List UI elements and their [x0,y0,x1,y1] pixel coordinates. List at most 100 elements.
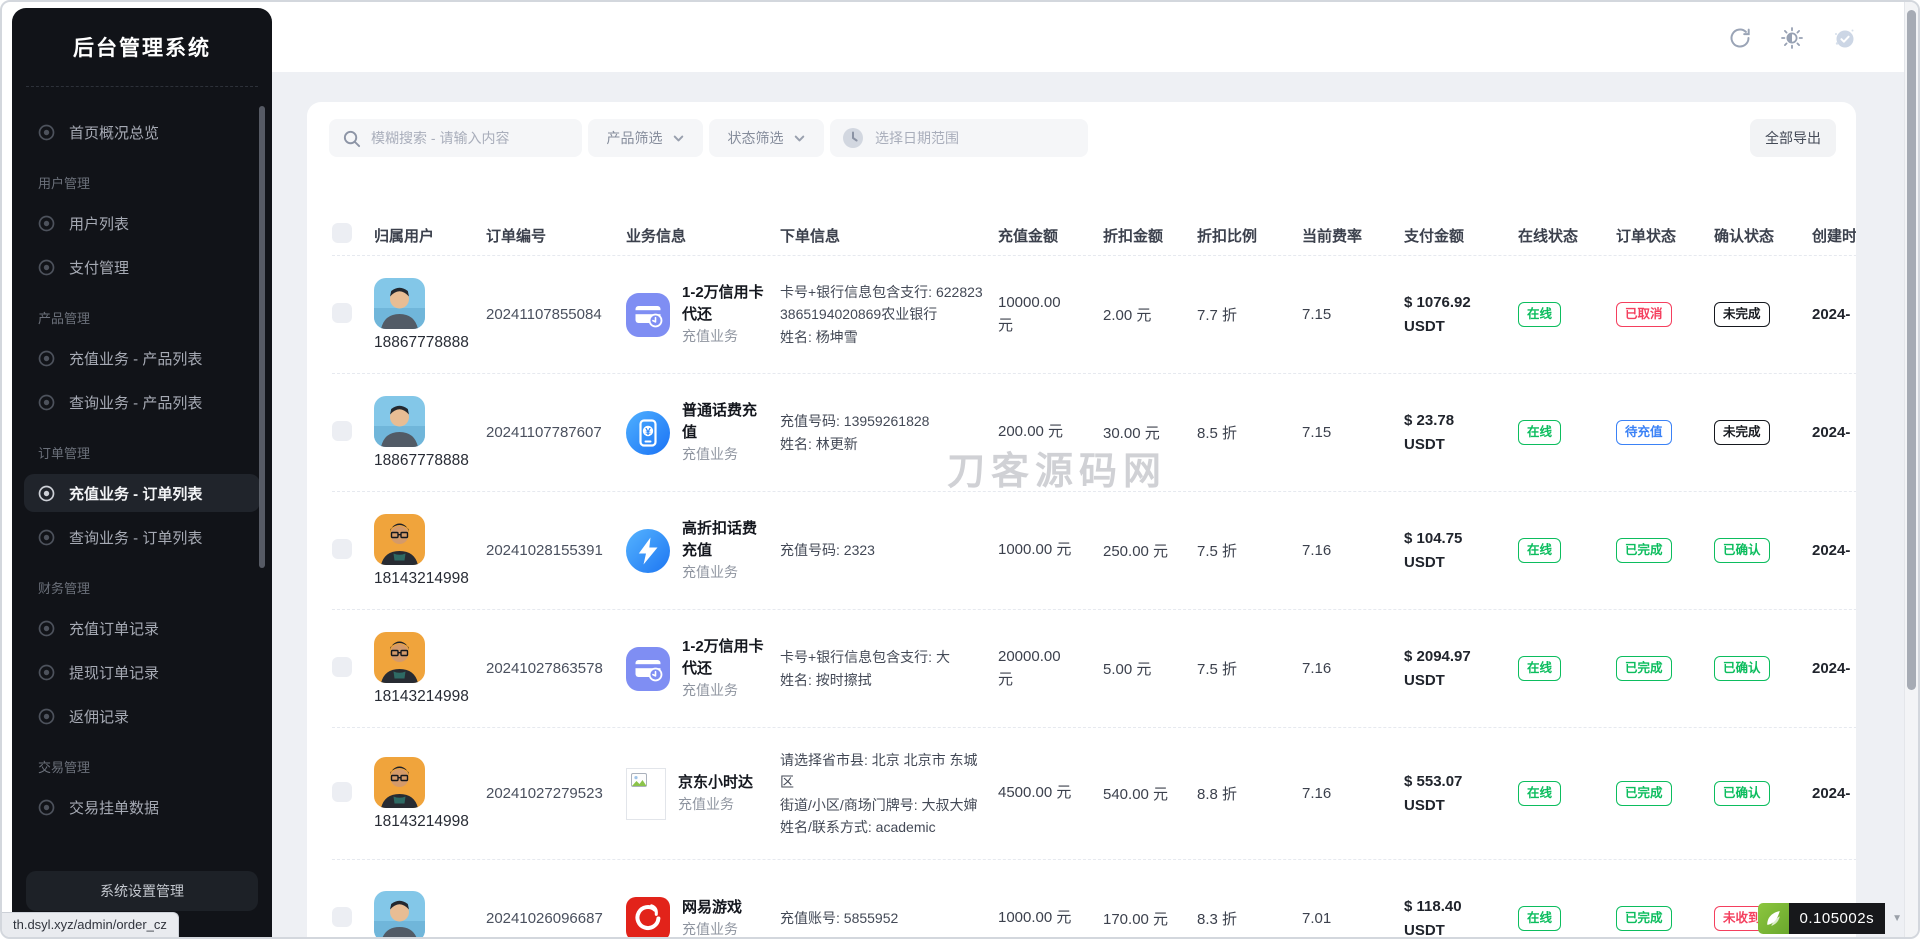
current-rate: 7.16 [1302,785,1404,802]
sidebar-scrollbar-thumb[interactable] [259,106,265,568]
discount-ratio: 7.7 折 [1197,304,1302,325]
window-scrollbar [1904,2,1918,937]
col-header-amount: 充值金额 [998,225,1103,246]
radio-dot-icon [38,799,55,816]
confirm-status-badge: 未完成 [1714,302,1770,327]
status-filter-label: 状态筛选 [728,128,784,148]
user-phone: 18867778888 [374,334,469,352]
order-status-badge: 待充值 [1616,420,1672,445]
table-row: 18867778888 20241107787607 ¥ 普通话费充值充值业务 … [332,373,1856,491]
col-header-pay: 支付金额 [1404,225,1518,246]
session-check-icon[interactable] [1832,26,1856,50]
sidebar-item-withdraw-records[interactable]: 提现订单记录 [24,653,260,691]
pay-amount: $ 104.75 USDT [1404,527,1518,574]
sidebar-item-payment[interactable]: 支付管理 [24,248,260,286]
order-status-badge: 已取消 [1616,302,1672,327]
sidebar-item-user-list[interactable]: 用户列表 [24,204,260,242]
recharge-amount: 4500.00 元 [998,782,1103,805]
table-row: 18143214998 20241028155391 高折扣话费充值充值业务 充… [332,491,1856,609]
recharge-amount: 20000.00 元 [998,646,1103,691]
business-name: 高折扣话费充值 [682,518,766,562]
sidebar-item-label: 用户列表 [69,213,129,234]
order-info: 充值号码: 2323 [780,539,998,561]
app-title: 后台管理系统 [12,32,272,62]
lightning-icon [626,529,670,573]
order-no: 20241027863578 [486,660,626,677]
sidebar-item-label: 提现订单记录 [69,662,159,683]
business-type: 充值业务 [682,562,766,583]
radio-dot-icon [38,708,55,725]
discount-ratio: 7.5 折 [1197,658,1302,679]
theme-toggle-icon[interactable] [1780,26,1804,50]
export-all-button[interactable]: 全部导出 [1750,119,1836,157]
product-filter-select[interactable]: 产品筛选 [588,119,703,157]
row-checkbox[interactable] [332,782,352,802]
chevron-down-icon [793,132,806,145]
top-bar [272,2,1904,72]
credit-card-icon [626,647,670,691]
radio-dot-icon [38,485,55,502]
row-checkbox[interactable] [332,303,352,323]
current-rate: 7.15 [1302,424,1404,441]
recharge-amount: 1000.00 元 [998,907,1103,930]
caret-down-icon[interactable]: ▼ [1892,913,1902,924]
recharge-amount: 10000.00 元 [998,292,1103,337]
netease-game-icon [626,897,670,938]
sidebar-item-rebate-records[interactable]: 返佣记录 [24,697,260,735]
debug-toolbar[interactable]: 0.105002s ▼ [1758,903,1902,934]
created-at: 2024- [1812,424,1856,441]
filter-toolbar: 产品筛选 状态筛选 选择日期范围 全部导出 [329,119,1836,157]
order-info: 充值账号: 5855952 [780,907,998,929]
discount-amount: 250.00 元 [1103,540,1197,561]
app-window: 后台管理系统 首页概况总览 用户管理 用户列表 支付管理 产品管理 充值业务 -… [0,0,1920,939]
col-header-online: 在线状态 [1518,225,1616,246]
date-range-picker[interactable]: 选择日期范围 [830,119,1088,157]
sidebar-item-query-orders[interactable]: 查询业务 - 订单列表 [24,518,260,556]
browser-status-url: th.dsyl.xyz/admin/order_cz [2,912,179,937]
sidebar-section-orders: 订单管理 [24,427,260,474]
pay-amount: $ 118.40 USDT [1404,895,1518,937]
search-input[interactable] [371,130,569,146]
radio-dot-icon [38,350,55,367]
sidebar-item-recharge-records[interactable]: 充值订单记录 [24,609,260,647]
sidebar-item-label: 返佣记录 [69,706,129,727]
sidebar-item-query-products[interactable]: 查询业务 - 产品列表 [24,383,260,421]
sidebar-item-trade-orders[interactable]: 交易挂单数据 [24,788,260,826]
order-status-badge: 已完成 [1616,906,1672,931]
discount-amount: 5.00 元 [1103,658,1197,679]
user-phone: 18867778888 [374,452,469,470]
leaf-icon[interactable] [1758,903,1789,934]
system-settings-button[interactable]: 系统设置管理 [26,871,258,911]
discount-amount: 30.00 元 [1103,422,1197,443]
search-box[interactable] [329,119,582,157]
sidebar-item-recharge-orders[interactable]: 充值业务 - 订单列表 [24,474,260,512]
sidebar-section-finance: 财务管理 [24,562,260,609]
phone-recharge-icon: ¥ [626,411,670,455]
row-checkbox[interactable] [332,539,352,559]
sidebar-item-label: 充值业务 - 产品列表 [69,348,202,369]
col-header-discount: 折扣金额 [1103,225,1197,246]
pay-amount: $ 1076.92 USDT [1404,291,1518,338]
status-filter-select[interactable]: 状态筛选 [709,119,824,157]
business-name: 普通话费充值 [682,400,766,444]
order-no: 20241028155391 [486,542,626,559]
window-scrollbar-thumb[interactable] [1907,10,1916,690]
user-avatar [374,757,425,808]
sidebar-item-dashboard[interactable]: 首页概况总览 [24,113,260,151]
row-checkbox[interactable] [332,657,352,677]
online-status-badge: 在线 [1518,538,1561,563]
order-status-badge: 已完成 [1616,538,1672,563]
order-no: 20241026096687 [486,910,626,927]
chevron-down-icon [672,132,685,145]
select-all-checkbox[interactable] [332,223,352,243]
row-checkbox[interactable] [332,421,352,441]
business-type: 充值业务 [682,680,766,701]
refresh-icon[interactable] [1728,26,1752,50]
sidebar-nav: 首页概况总览 用户管理 用户列表 支付管理 产品管理 充值业务 - 产品列表 查… [12,87,272,826]
page-load-time: 0.105002s [1789,903,1886,934]
sidebar-item-recharge-products[interactable]: 充值业务 - 产品列表 [24,339,260,377]
row-checkbox[interactable] [332,907,352,927]
pay-amount: $ 553.07 USDT [1404,770,1518,817]
online-status-badge: 在线 [1518,302,1561,327]
current-rate: 7.16 [1302,660,1404,677]
